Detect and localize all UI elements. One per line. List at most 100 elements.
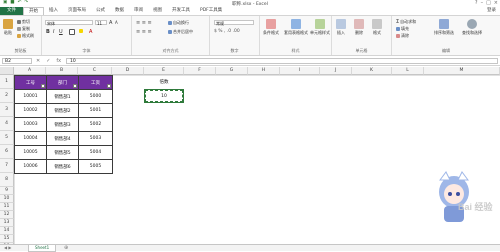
table-cell[interactable]: 10003 <box>14 117 47 132</box>
bold-icon[interactable]: B <box>46 29 50 35</box>
row-header-3[interactable]: 3 <box>0 103 14 117</box>
column-header-m[interactable]: M <box>424 67 500 75</box>
row-header-4[interactable]: 4 <box>0 117 14 131</box>
table-cell[interactable]: 销售部2 <box>46 103 79 118</box>
multiplier-value-cell[interactable]: 10 <box>144 89 184 103</box>
tab-file[interactable]: 文件 <box>0 7 23 15</box>
row-header-1[interactable]: 1 <box>0 75 14 89</box>
worksheet-grid[interactable]: A B C D E F G H I J K L M 1 2 3 4 5 6 7 … <box>0 67 500 244</box>
row-header-7[interactable]: 7 <box>0 159 14 173</box>
align-top-icon[interactable]: ≡ ≡ ≡ <box>136 20 152 26</box>
sheet-nav-arrows-icon[interactable]: ◀ ▶ <box>4 245 11 250</box>
font-size-select[interactable]: 11 <box>95 20 107 26</box>
font-color-icon[interactable]: A <box>89 29 92 35</box>
table-cell[interactable]: 5003 <box>78 131 113 146</box>
align-left-icon[interactable]: ≡ ≡ ≡ <box>136 29 152 35</box>
tab-view[interactable]: 视图 <box>148 7 167 15</box>
table-cell[interactable]: 10005 <box>14 145 47 160</box>
header-cell-id[interactable]: 工号 <box>14 75 47 90</box>
tab-developer[interactable]: 开发工具 <box>167 7 195 15</box>
filter-dropdown-icon[interactable] <box>107 84 111 88</box>
italic-icon[interactable]: I <box>53 29 54 35</box>
multiplier-label[interactable]: 倍数 <box>144 75 184 89</box>
table-cell[interactable]: 10002 <box>14 103 47 118</box>
table-cell[interactable]: 销售部5 <box>46 145 79 160</box>
select-all-corner[interactable] <box>0 67 14 75</box>
column-header-i[interactable]: I <box>280 67 320 75</box>
table-cell[interactable]: 10004 <box>14 131 47 146</box>
cell-styles-button[interactable]: 单元格样式 <box>310 19 330 36</box>
column-header-g[interactable]: G <box>216 67 248 75</box>
tab-review[interactable]: 审阅 <box>129 7 148 15</box>
row-header-12[interactable]: 12 <box>0 211 14 219</box>
table-cell[interactable]: 5002 <box>78 117 113 132</box>
table-cell[interactable]: 5000 <box>78 89 113 104</box>
column-header-k[interactable]: K <box>352 67 392 75</box>
header-cell-dept[interactable]: 部门 <box>46 75 79 90</box>
tab-formulas[interactable]: 公式 <box>91 7 110 15</box>
table-cell[interactable]: 销售部3 <box>46 117 79 132</box>
tab-insert[interactable]: 插入 <box>44 7 63 15</box>
row-header-5[interactable]: 5 <box>0 131 14 145</box>
column-header-b[interactable]: B <box>46 67 78 75</box>
conditional-format-button[interactable]: 条件格式 <box>263 19 279 36</box>
add-sheet-icon[interactable]: ⊕ <box>64 245 68 251</box>
table-cell[interactable]: 5001 <box>78 103 113 118</box>
row-header-6[interactable]: 6 <box>0 145 14 159</box>
border-icon[interactable] <box>69 29 75 35</box>
underline-icon[interactable]: U <box>59 29 63 35</box>
clear-button[interactable]: 清除 <box>396 33 409 39</box>
cut-button[interactable]: 剪切 <box>17 19 30 25</box>
name-box[interactable]: B2 <box>2 58 32 64</box>
sort-filter-button[interactable]: 排序和筛选 <box>434 19 454 36</box>
row-header-11[interactable]: 11 <box>0 203 14 211</box>
column-header-h[interactable]: H <box>248 67 280 75</box>
currency-percent-icons[interactable]: $ % , .0 .00 <box>214 29 240 34</box>
fill-button[interactable]: 填充 <box>396 26 409 32</box>
column-header-c[interactable]: C <box>78 67 112 75</box>
format-cells-button[interactable]: 格式 <box>372 19 382 36</box>
delete-cells-button[interactable]: 删除 <box>354 19 364 36</box>
tab-page-layout[interactable]: 页面布局 <box>63 7 91 15</box>
paste-button[interactable]: 粘贴 <box>3 19 13 36</box>
row-header-15[interactable]: 15 <box>0 235 14 243</box>
column-header-l[interactable]: L <box>392 67 424 75</box>
table-cell[interactable]: 5005 <box>78 159 113 174</box>
filter-dropdown-icon[interactable] <box>41 84 45 88</box>
autosum-button[interactable]: Σ 自动求和 <box>396 19 416 25</box>
table-cell[interactable]: 10006 <box>14 159 47 174</box>
fx-icon[interactable]: fx <box>56 58 61 64</box>
row-header-14[interactable]: 14 <box>0 227 14 235</box>
enter-icon[interactable]: ✓ <box>46 58 50 64</box>
table-cell[interactable]: 销售部6 <box>46 159 79 174</box>
column-header-a[interactable]: A <box>14 67 46 75</box>
close-icon[interactable]: × <box>494 0 498 6</box>
column-header-d[interactable]: D <box>112 67 144 75</box>
number-format-select[interactable]: 常规 <box>214 20 254 26</box>
copy-button[interactable]: 复制 <box>17 26 30 32</box>
column-header-j[interactable]: J <box>320 67 352 75</box>
row-header-9[interactable]: 9 <box>0 187 14 195</box>
header-cell-salary[interactable]: 工资 <box>78 75 113 90</box>
help-icon[interactable]: ? <box>475 0 478 6</box>
sign-in-link[interactable]: 登录 <box>487 7 500 15</box>
grow-font-icon[interactable]: A <box>109 20 112 26</box>
table-cell[interactable]: 10001 <box>14 89 47 104</box>
row-header-10[interactable]: 10 <box>0 195 14 203</box>
filter-dropdown-icon[interactable] <box>73 84 77 88</box>
table-cell[interactable]: 销售部1 <box>46 89 79 104</box>
find-select-button[interactable]: 查找和选择 <box>462 19 482 36</box>
fill-color-icon[interactable] <box>79 29 83 33</box>
column-header-f[interactable]: F <box>184 67 216 75</box>
row-header-13[interactable]: 13 <box>0 219 14 227</box>
shrink-font-icon[interactable]: A <box>115 20 118 25</box>
format-painter-button[interactable]: 格式刷 <box>17 33 34 39</box>
maximize-icon[interactable]: □ <box>486 0 491 6</box>
tab-pdf-tools[interactable]: PDF工具集 <box>195 7 227 15</box>
insert-cells-button[interactable]: 插入 <box>336 19 346 36</box>
tab-data[interactable]: 数据 <box>110 7 129 15</box>
minimize-icon[interactable]: – <box>481 0 484 6</box>
merge-center-button[interactable]: 合并后居中 <box>168 29 193 35</box>
column-header-e[interactable]: E <box>144 67 184 75</box>
table-cell[interactable]: 销售部4 <box>46 131 79 146</box>
